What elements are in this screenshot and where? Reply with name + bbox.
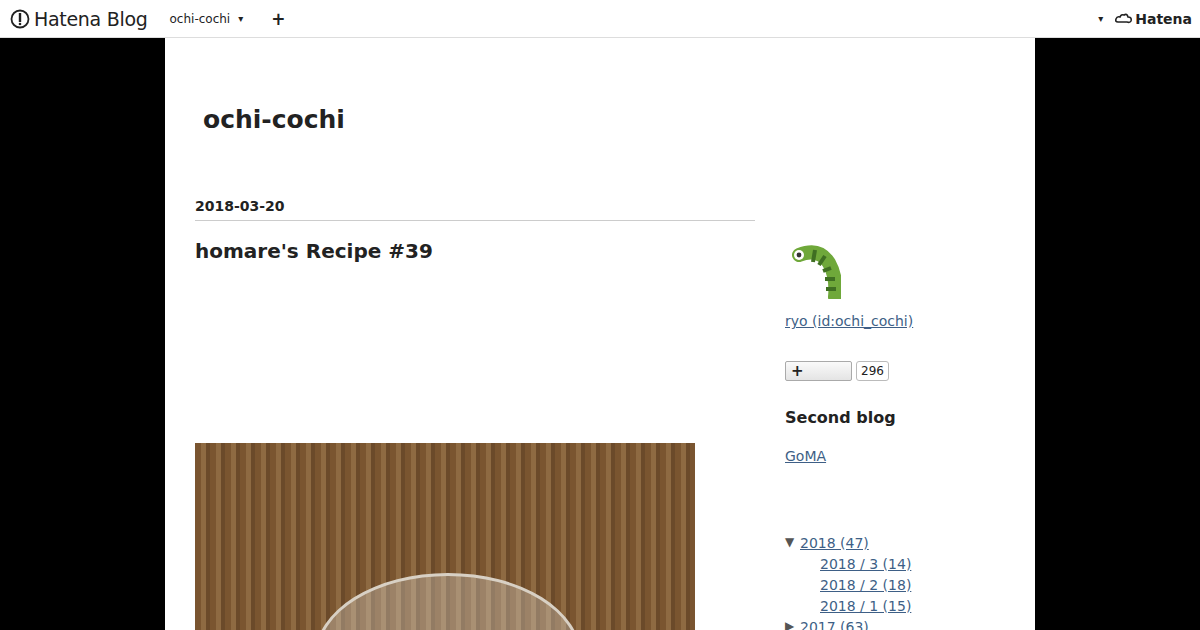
- add-button[interactable]: +: [271, 9, 285, 29]
- archive-year: ▼2018 (47)2018 / 3 (14)2018 / 2 (18)2018…: [785, 532, 911, 616]
- blog-title[interactable]: ochi-cochi: [165, 38, 1035, 138]
- blog-menu[interactable]: ochi-cochi▾: [170, 12, 244, 26]
- blog-container: ochi-cochi 2018-03-20 homare's Recipe #39 r…: [165, 38, 1035, 630]
- glass-shape: [315, 573, 581, 630]
- expand-toggle[interactable]: ▼: [785, 532, 800, 553]
- account-menu[interactable]: ▾: [1098, 13, 1103, 24]
- archive-month-link[interactable]: 2018 / 2 (18): [820, 575, 911, 595]
- archive-year: ▶2017 (63): [785, 616, 911, 630]
- entry: 2018-03-20 homare's Recipe #39: [195, 196, 755, 630]
- page: Hatena Blog ochi-cochi▾ + ▾ Hatena ochi-cochi…: [0, 0, 1200, 630]
- subscribe: +296: [785, 361, 889, 381]
- subscriber-count: 296: [856, 361, 889, 381]
- archive-year-link[interactable]: 2018 (47): [800, 533, 869, 553]
- hatena-cloud-icon: [1115, 13, 1133, 25]
- worm-avatar-icon[interactable]: [785, 243, 841, 299]
- subscribe-button[interactable]: +: [785, 361, 852, 381]
- global-header: Hatena Blog ochi-cochi▾ + ▾ Hatena: [0, 0, 1200, 38]
- archive-month-link[interactable]: 2018 / 1 (15): [820, 596, 911, 616]
- hatena-blog-icon: [10, 9, 30, 29]
- second-blog-heading: Second blog: [785, 407, 896, 429]
- archive-month-link[interactable]: 2018 / 3 (14): [820, 554, 911, 574]
- second-blog-link[interactable]: GoMA: [785, 446, 826, 466]
- sidebar: ryo (id:ochi_cochi)+296Second blogGoMA▼2…: [785, 196, 1015, 630]
- hatena-logo[interactable]: Hatena: [1115, 11, 1192, 27]
- entry-photo: [195, 443, 695, 630]
- archive-year-link[interactable]: 2017 (63): [800, 617, 869, 630]
- hatena-blog-logo[interactable]: Hatena Blog: [10, 8, 148, 30]
- entry-title[interactable]: homare's Recipe #39: [195, 237, 755, 265]
- expand-toggle[interactable]: ▶: [785, 616, 800, 630]
- profile-link[interactable]: ryo (id:ochi_cochi): [785, 311, 913, 331]
- entry-date[interactable]: 2018-03-20: [195, 196, 755, 221]
- archive: ▼2018 (47)2018 / 3 (14)2018 / 2 (18)2018…: [785, 532, 911, 630]
